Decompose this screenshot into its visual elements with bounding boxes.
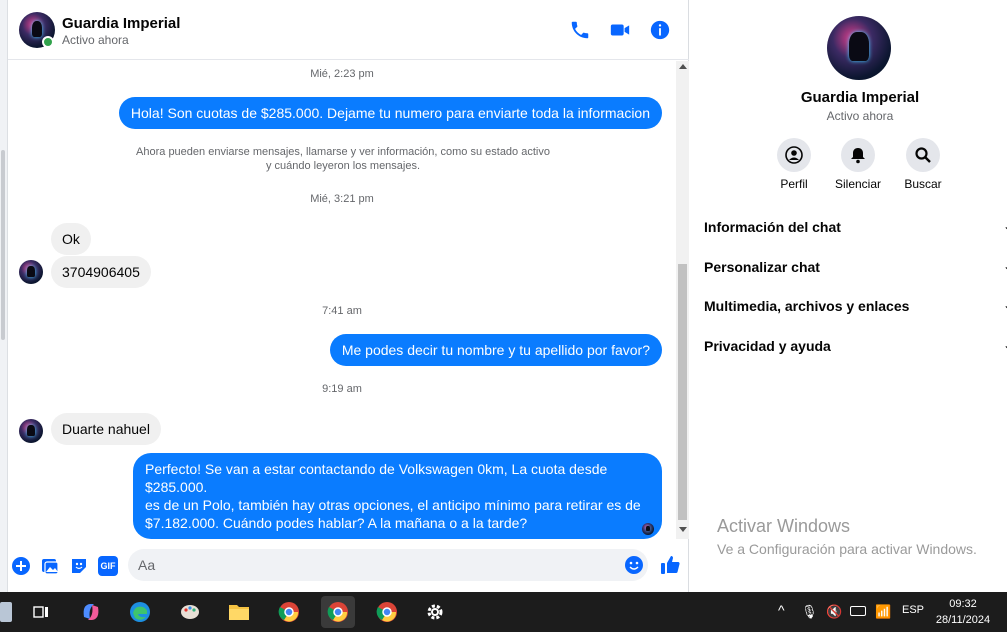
- system-message: Ahora pueden enviarse mensajes, llamarse…: [118, 145, 568, 173]
- message-list[interactable]: Mié, 2:23 pm Hola! Son cuotas de $285.00…: [8, 61, 676, 539]
- profile-icon: [785, 146, 803, 164]
- chevron-down-icon[interactable]: ⌄: [1003, 298, 1007, 312]
- taskbar-clock[interactable]: 09:32 28/11/2024: [930, 596, 996, 628]
- bell-icon: [851, 148, 865, 164]
- message-line: es de un Polo, también hay otras opcione…: [145, 497, 641, 513]
- paint-icon[interactable]: [173, 596, 207, 628]
- speaker-muted-icon[interactable]: 🔇: [826, 604, 842, 620]
- chat-header: Guardia Imperial Activo ahora: [8, 0, 689, 60]
- section-media-files[interactable]: Multimedia, archivos y enlaces: [704, 298, 909, 314]
- phone-icon[interactable]: [569, 19, 591, 41]
- timestamp: Mié, 3:21 pm: [310, 193, 374, 205]
- online-indicator: [42, 36, 54, 48]
- incoming-message[interactable]: Ok: [51, 223, 91, 255]
- chevron-down-icon[interactable]: ⌄: [1003, 338, 1007, 352]
- chrome-profile-2-icon[interactable]: [370, 596, 404, 628]
- timestamp: 9:19 am: [322, 383, 362, 395]
- outgoing-message[interactable]: Perfecto! Se van a estar contactando de …: [133, 453, 662, 539]
- seen-avatar: [642, 523, 654, 535]
- left-edge-scrollbar[interactable]: [0, 0, 8, 592]
- edge-icon[interactable]: [123, 596, 157, 628]
- chat-info-panel: Guardia Imperial Activo ahora Perfil Sil…: [690, 0, 1007, 592]
- clock-time: 09:32: [949, 598, 977, 610]
- copilot-icon[interactable]: [74, 596, 108, 628]
- activate-windows-subtitle: Ve a Configuración para activar Windows.: [717, 541, 977, 557]
- section-customize-chat[interactable]: Personalizar chat: [704, 259, 820, 275]
- settings-gear-icon[interactable]: [418, 596, 452, 628]
- chevron-down-icon[interactable]: ⌄: [1003, 259, 1007, 273]
- message-input[interactable]: [138, 555, 598, 575]
- info-icon[interactable]: [649, 19, 671, 41]
- video-icon[interactable]: [609, 19, 631, 41]
- message-line: Perfecto! Se van a estar contactando de …: [145, 461, 608, 495]
- outgoing-message[interactable]: Hola! Son cuotas de $285.000. Dejame tu …: [118, 97, 662, 129]
- gif-icon[interactable]: GIF: [98, 556, 118, 576]
- info-contact-name: Guardia Imperial: [800, 89, 920, 106]
- battery-icon[interactable]: [850, 606, 866, 616]
- clock-date: 28/11/2024: [935, 614, 991, 626]
- sender-avatar[interactable]: [19, 419, 43, 443]
- outgoing-message[interactable]: Me podes decir tu nombre y tu apellido p…: [329, 334, 662, 366]
- like-icon[interactable]: [659, 554, 681, 576]
- incoming-message[interactable]: 3704906405: [51, 256, 151, 288]
- microphone-muted-icon[interactable]: 🎙: [801, 604, 818, 620]
- wifi-icon[interactable]: 📶: [875, 604, 891, 620]
- profile-button[interactable]: [777, 138, 811, 172]
- message-input-box[interactable]: [128, 549, 648, 581]
- windows-taskbar: ^ 🎙 🔇 📶 ESP 09:32 28/11/2024: [0, 592, 1007, 632]
- chevron-down-icon[interactable]: ⌄: [1003, 219, 1007, 233]
- file-explorer-icon[interactable]: [222, 596, 256, 628]
- tray-chevron-up-icon[interactable]: ^: [778, 602, 785, 618]
- scroll-up-arrow[interactable]: [679, 64, 687, 69]
- search-icon: [915, 147, 931, 163]
- contact-name[interactable]: Guardia Imperial: [62, 15, 180, 32]
- tray-overflow-icon[interactable]: [0, 602, 12, 622]
- mute-button[interactable]: [841, 138, 875, 172]
- chrome-profile-icon[interactable]: [321, 596, 355, 628]
- contact-status: Activo ahora: [62, 33, 129, 47]
- message-line: $7.182.000. Cuándo podes hablar? A la ma…: [145, 515, 528, 531]
- section-privacy-help[interactable]: Privacidad y ayuda: [704, 338, 831, 354]
- image-icon[interactable]: [40, 556, 60, 576]
- sender-avatar[interactable]: [19, 260, 43, 284]
- incoming-message[interactable]: Duarte nahuel: [51, 413, 161, 445]
- activate-windows-title: Activar Windows: [717, 516, 851, 536]
- plus-icon[interactable]: [11, 556, 31, 576]
- scroll-down-arrow[interactable]: [679, 527, 687, 532]
- timestamp: 7:41 am: [322, 305, 362, 317]
- scroll-thumb[interactable]: [678, 264, 687, 520]
- screen: Guardia Imperial Activo ahora Mié, 2:23 …: [0, 0, 1007, 632]
- chat-pane: Guardia Imperial Activo ahora Mié, 2:23 …: [8, 0, 689, 592]
- language-indicator[interactable]: ESP: [902, 604, 924, 616]
- edge-scroll-thumb[interactable]: [1, 150, 5, 340]
- chrome-icon[interactable]: [272, 596, 306, 628]
- search-label: Buscar: [904, 177, 942, 191]
- search-button[interactable]: [906, 138, 940, 172]
- task-view-icon[interactable]: [24, 596, 58, 628]
- message-scrollbar[interactable]: [676, 61, 689, 539]
- emoji-icon[interactable]: [624, 555, 644, 575]
- composer: GIF: [8, 540, 689, 592]
- sticker-icon[interactable]: [69, 556, 89, 576]
- system-message-line: Ahora pueden enviarse mensajes, llamarse…: [136, 146, 550, 158]
- timestamp: Mié, 2:23 pm: [310, 68, 374, 80]
- info-contact-status: Activo ahora: [826, 109, 894, 123]
- info-avatar[interactable]: [827, 16, 891, 80]
- section-chat-info[interactable]: Información del chat: [704, 219, 841, 235]
- system-message-line: y cuándo leyeron los mensajes.: [265, 160, 421, 172]
